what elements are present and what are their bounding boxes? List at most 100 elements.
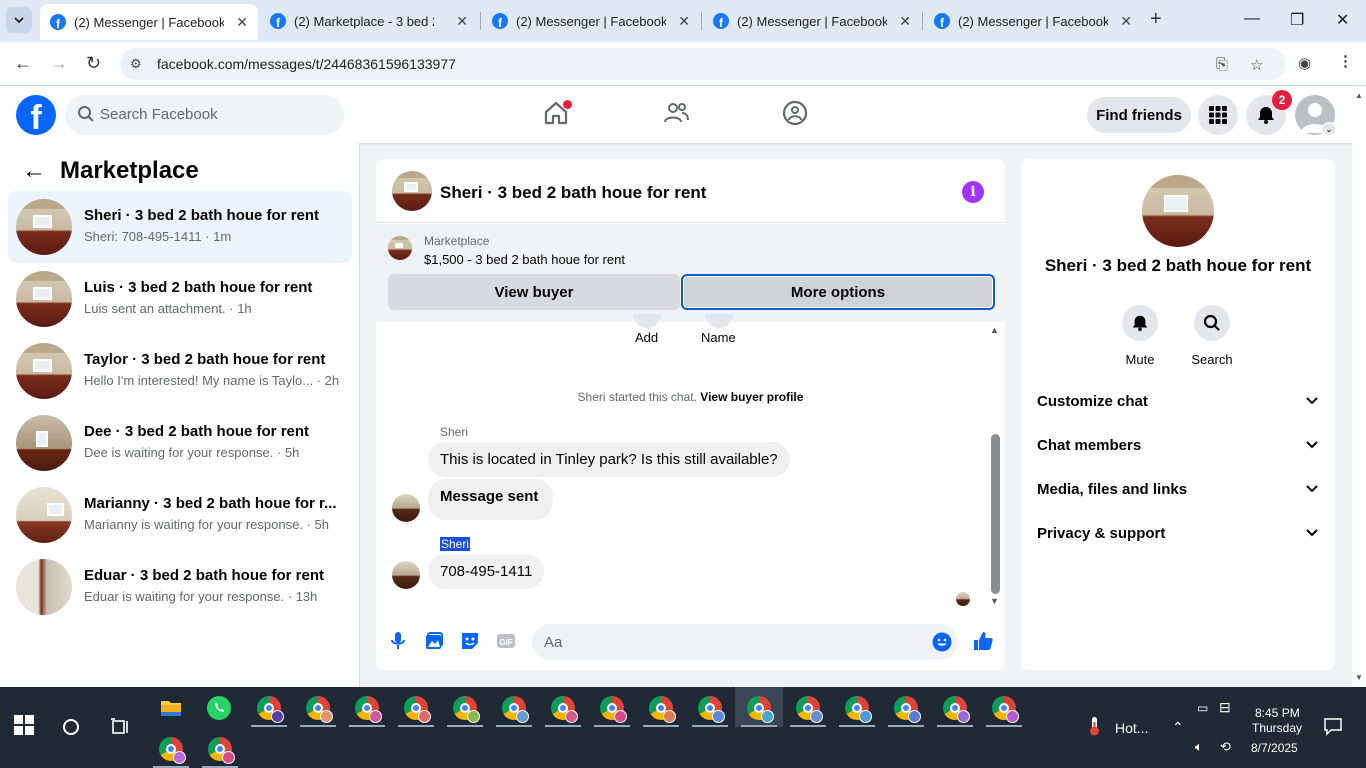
close-tab-icon[interactable]: ✕ <box>1120 13 1132 30</box>
account-chevron-icon[interactable]: ⌄ <box>1322 122 1336 136</box>
name-action-label[interactable]: Name <box>701 330 736 345</box>
chrome-taskbar-icon[interactable] <box>747 696 774 723</box>
find-friends-button[interactable]: Find friends <box>1087 97 1191 133</box>
browser-tab-1[interactable]: f (2) Messenger | Facebook ✕ <box>40 4 258 40</box>
search-in-chat-button[interactable]: Search <box>1182 305 1242 367</box>
privacy-support-section[interactable]: Privacy & support <box>1037 525 1319 549</box>
browser-tab-3[interactable]: f (2) Messenger | Facebook ✕ <box>482 6 700 36</box>
chrome-taskbar-icon[interactable] <box>894 696 921 723</box>
volume-icon[interactable]: 🔈︎ <box>1195 739 1203 755</box>
chrome-taskbar-icon[interactable] <box>551 696 578 723</box>
network-icon[interactable]: ⊟ <box>1219 699 1231 716</box>
bookmark-star-icon[interactable]: ☆ <box>1250 56 1263 74</box>
scrollbar-thumb[interactable] <box>991 434 1000 594</box>
message-bubble[interactable]: Message sent <box>428 479 554 520</box>
message-bubble[interactable]: This is located in Tinley park? Is this … <box>428 442 790 477</box>
scroll-up-icon[interactable]: ▲ <box>990 325 999 335</box>
emoji-icon[interactable] <box>932 632 952 652</box>
forward-arrow-icon[interactable]: → <box>50 53 68 74</box>
show-hidden-icons-chevron-icon[interactable]: ⌃ <box>1172 719 1184 736</box>
menu-grid-button[interactable] <box>1198 95 1238 135</box>
info-icon[interactable]: i <box>962 181 984 203</box>
whatsapp-icon[interactable] <box>207 696 231 720</box>
sender-avatar[interactable] <box>392 494 420 522</box>
view-buyer-button[interactable]: View buyer <box>388 274 680 310</box>
back-arrow-icon[interactable]: ← <box>14 53 32 74</box>
search-facebook-input[interactable]: Search Facebook <box>65 95 344 135</box>
message-input[interactable]: Aa <box>532 624 958 660</box>
sender-avatar[interactable] <box>392 561 420 589</box>
gif-icon[interactable]: GIF <box>495 630 517 652</box>
scroll-down-icon[interactable]: ▼ <box>1355 673 1363 682</box>
thermometer-weather-icon[interactable] <box>1084 715 1104 737</box>
conversation-item[interactable]: Luis · 3 bed 2 bath houe for rent Luis s… <box>8 263 352 335</box>
like-icon[interactable] <box>972 630 994 652</box>
conversation-item[interactable]: Eduar · 3 bed 2 bath houe for rent Eduar… <box>8 551 352 623</box>
chrome-taskbar-icon[interactable] <box>257 696 284 723</box>
scroll-up-icon[interactable]: ▲ <box>1355 91 1363 100</box>
chrome-taskbar-icon[interactable] <box>992 696 1019 723</box>
conversation-item[interactable]: Taylor · 3 bed 2 bath houe for rent Hell… <box>8 335 352 407</box>
action-center-icon[interactable] <box>1323 716 1343 736</box>
chrome-taskbar-icon[interactable] <box>306 696 333 723</box>
chat-title[interactable]: Sheri · 3 bed 2 bath houe for rent <box>440 183 706 203</box>
add-action-label[interactable]: Add <box>635 330 658 345</box>
menu-kebab-icon[interactable]: ⋮ <box>1338 52 1353 70</box>
close-window-icon[interactable]: ✕ <box>1336 10 1349 30</box>
sticker-icon[interactable] <box>459 630 481 652</box>
media-files-links-section[interactable]: Media, files and links <box>1037 481 1319 505</box>
view-buyer-profile-link[interactable]: View buyer profile <box>700 390 803 404</box>
chrome-taskbar-icon[interactable] <box>404 696 431 723</box>
tab-search-button[interactable] <box>6 7 32 33</box>
chrome-taskbar-icon[interactable] <box>698 696 725 723</box>
file-explorer-icon[interactable] <box>159 696 183 720</box>
listing-thumbnail[interactable] <box>1142 175 1214 247</box>
chrome-taskbar-icon[interactable] <box>943 696 970 723</box>
clock-time[interactable]: 8:45 PM <box>1255 706 1300 720</box>
chrome-taskbar-icon[interactable] <box>208 737 235 764</box>
site-info-icon[interactable]: ⚙ <box>130 56 142 72</box>
mute-button[interactable]: Mute <box>1110 305 1170 367</box>
chrome-taskbar-icon[interactable] <box>502 696 529 723</box>
clock-date[interactable]: 8/7/2025 <box>1251 741 1298 755</box>
close-tab-icon[interactable]: ✕ <box>899 13 911 30</box>
close-tab-icon[interactable]: ✕ <box>678 13 690 30</box>
chrome-taskbar-icon[interactable] <box>355 696 382 723</box>
close-tab-icon[interactable]: ✕ <box>236 14 248 31</box>
friends-icon[interactable] <box>662 99 690 127</box>
browser-tab-4[interactable]: f (2) Messenger | Facebook ✕ <box>703 6 921 36</box>
groups-icon[interactable] <box>781 99 809 127</box>
reload-icon[interactable]: ↻ <box>86 53 101 74</box>
browser-tab-5[interactable]: f (2) Messenger | Facebook ✕ <box>924 6 1142 36</box>
restore-icon[interactable]: ❐ <box>1290 10 1304 30</box>
page-scrollbar[interactable]: ▲ ▼ <box>1352 87 1366 687</box>
minimize-icon[interactable]: — <box>1244 10 1260 28</box>
conversation-item[interactable]: Marianny · 3 bed 2 bath houe for r... Ma… <box>8 479 352 551</box>
facebook-logo-icon[interactable]: f <box>16 95 56 135</box>
chat-members-section[interactable]: Chat members <box>1037 437 1319 461</box>
task-view-icon[interactable] <box>110 717 130 737</box>
chrome-taskbar-icon[interactable] <box>845 696 872 723</box>
address-bar[interactable]: ⚙ facebook.com/messages/t/24468361596133… <box>120 48 1286 80</box>
new-tab-icon[interactable]: + <box>1150 8 1162 31</box>
chrome-taskbar-icon[interactable] <box>453 696 480 723</box>
chrome-taskbar-icon[interactable] <box>796 696 823 723</box>
sync-icon[interactable]: ⟲ <box>1220 739 1231 755</box>
listing-price-title[interactable]: $1,500 - 3 bed 2 bath houe for rent <box>424 252 625 267</box>
conversation-item[interactable]: Sheri · 3 bed 2 bath houe for rent Sheri… <box>8 191 352 263</box>
microphone-icon[interactable] <box>387 630 409 652</box>
listing-thumbnail[interactable] <box>392 171 432 211</box>
browser-tab-2[interactable]: f (2) Marketplace - 3 bed 2 ba ✕ <box>260 6 478 36</box>
chrome-taskbar-icon[interactable] <box>649 696 676 723</box>
battery-icon[interactable]: ▭ <box>1197 701 1208 715</box>
more-options-button[interactable]: More options <box>681 274 995 310</box>
chrome-taskbar-icon[interactable] <box>159 737 186 764</box>
back-arrow-icon[interactable]: ← <box>22 157 46 185</box>
install-app-icon[interactable]: ⎘ <box>1216 56 1228 73</box>
windows-start-icon[interactable] <box>14 715 34 735</box>
name-action-circle[interactable] <box>705 314 733 328</box>
conversation-item[interactable]: Dee · 3 bed 2 bath houe for rent Dee is … <box>8 407 352 479</box>
close-tab-icon[interactable]: ✕ <box>456 13 468 30</box>
add-action-circle[interactable] <box>633 314 661 328</box>
chrome-taskbar-icon[interactable] <box>600 696 627 723</box>
